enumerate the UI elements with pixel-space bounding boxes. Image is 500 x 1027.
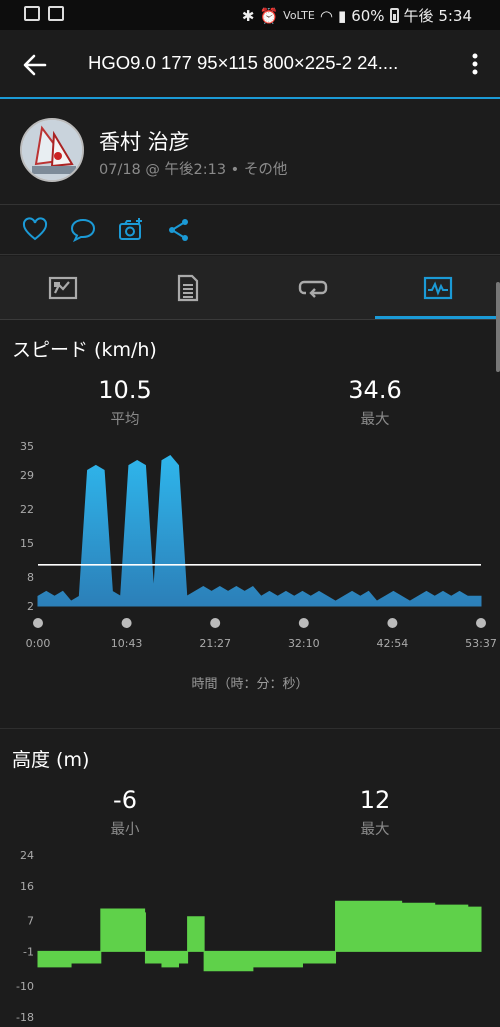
comment-icon[interactable]: [70, 217, 96, 243]
x-tick-label: 42:54: [377, 637, 409, 650]
tab-bar: [0, 256, 500, 319]
altitude-chart[interactable]: 24 16 7 -1 -10 -18: [0, 845, 500, 1027]
calendar-icon: [48, 6, 64, 21]
y-tick-label: 22: [20, 503, 34, 516]
alarm-icon: ⏰: [259, 6, 279, 25]
more-options-icon[interactable]: [472, 53, 478, 75]
athlete-name: 香村 治彦: [99, 130, 190, 154]
tab-overview[interactable]: [0, 256, 125, 319]
altitude-series-area: [37, 900, 482, 972]
laps-loop-icon: [298, 280, 327, 298]
battery-percent: 60%: [351, 6, 385, 25]
activity-title: HGO9.0 177 95×115 800×225-2 24....: [88, 52, 399, 73]
charts-pulse-icon: [423, 276, 452, 299]
x-tick-label: 32:10: [288, 637, 320, 650]
speed-max-value: 34.6: [348, 376, 402, 404]
x-tick-dot: [387, 618, 398, 628]
gallery-icon: [24, 6, 40, 21]
altitude-min-label: 最小: [110, 822, 140, 838]
y-tick-label: 16: [20, 880, 34, 893]
y-tick-label: 35: [20, 440, 34, 453]
y-tick-label: 29: [20, 469, 34, 482]
altitude-max-label: 最大: [360, 822, 390, 838]
tab-details[interactable]: [125, 256, 250, 319]
x-tick-dot: [33, 618, 43, 628]
x-tick-dot: [298, 618, 309, 628]
y-tick-label: 24: [20, 849, 34, 862]
x-tick-label: 21:27: [199, 637, 231, 650]
activity-header: 香村 治彦 07/18 @ 午後2:13 • その他: [0, 99, 500, 204]
altitude-max-stat: 12 最大: [300, 786, 450, 839]
clock: 午後 5:34: [403, 7, 472, 25]
divider: [0, 254, 500, 255]
altitude-max-value: 12: [359, 786, 391, 814]
status-bar: ✱ ⏰ VoLTE ◠ ▮ 60% 午後 5:34: [0, 0, 500, 30]
altitude-section-title: 高度 (m): [12, 749, 90, 771]
document-list-icon: [177, 274, 198, 301]
altitude-min-stat: -6 最小: [50, 786, 200, 839]
x-tick-dot: [210, 618, 221, 628]
speed-average-stat: 10.5 平均: [50, 376, 200, 429]
speed-max-stat: 34.6 最大: [300, 376, 450, 429]
x-tick-label: 10:43: [111, 637, 143, 650]
signal-icon: ▮: [337, 6, 347, 25]
overview-map-icon: [48, 276, 77, 299]
volte-indicator: VoLTE: [283, 9, 315, 22]
divider: [0, 728, 500, 729]
speed-max-label: 最大: [360, 412, 390, 428]
speed-section-title: スピード (km/h): [12, 339, 157, 361]
action-row: [0, 205, 500, 255]
altitude-min-value: -6: [113, 786, 137, 814]
like-heart-icon[interactable]: [22, 217, 48, 243]
divider: [0, 319, 500, 320]
x-tick-label: 0:00: [26, 637, 51, 650]
bluetooth-icon: ✱: [241, 6, 255, 25]
x-tick-dot: [121, 618, 132, 628]
app-bar: HGO9.0 177 95×115 800×225-2 24....: [0, 30, 500, 98]
share-icon[interactable]: [166, 217, 192, 243]
x-tick-dot: [476, 618, 486, 628]
y-tick-label: 7: [27, 915, 34, 928]
y-tick-label: 2: [27, 600, 34, 613]
x-tick-label: 53:37: [465, 637, 497, 650]
y-tick-label: 15: [20, 537, 34, 550]
y-tick-label: -1: [23, 945, 34, 958]
y-tick-label: 8: [27, 571, 34, 584]
speed-chart[interactable]: 35 29 22 15 8 2 0:00 10:43 21:27 32:10 42:54 53:37: [0, 438, 500, 653]
back-arrow-icon[interactable]: [22, 52, 48, 78]
speed-x-axis-label: 時間（時：分：秒）: [191, 677, 309, 692]
speed-series-area: [37, 455, 482, 607]
tab-charts[interactable]: [375, 256, 500, 319]
battery-icon: [389, 8, 399, 23]
y-tick-label: -18: [16, 1011, 34, 1024]
scrollbar[interactable]: [496, 282, 500, 372]
wifi-icon: ◠: [319, 6, 333, 25]
y-tick-label: -10: [16, 980, 34, 993]
add-photo-icon[interactable]: [118, 217, 144, 243]
tab-laps[interactable]: [250, 256, 375, 319]
speed-average-value: 10.5: [98, 376, 152, 404]
speed-average-label: 平均: [110, 412, 140, 428]
activity-date: 07/18 @ 午後2:13 • その他: [99, 162, 288, 178]
avatar[interactable]: [20, 118, 84, 182]
